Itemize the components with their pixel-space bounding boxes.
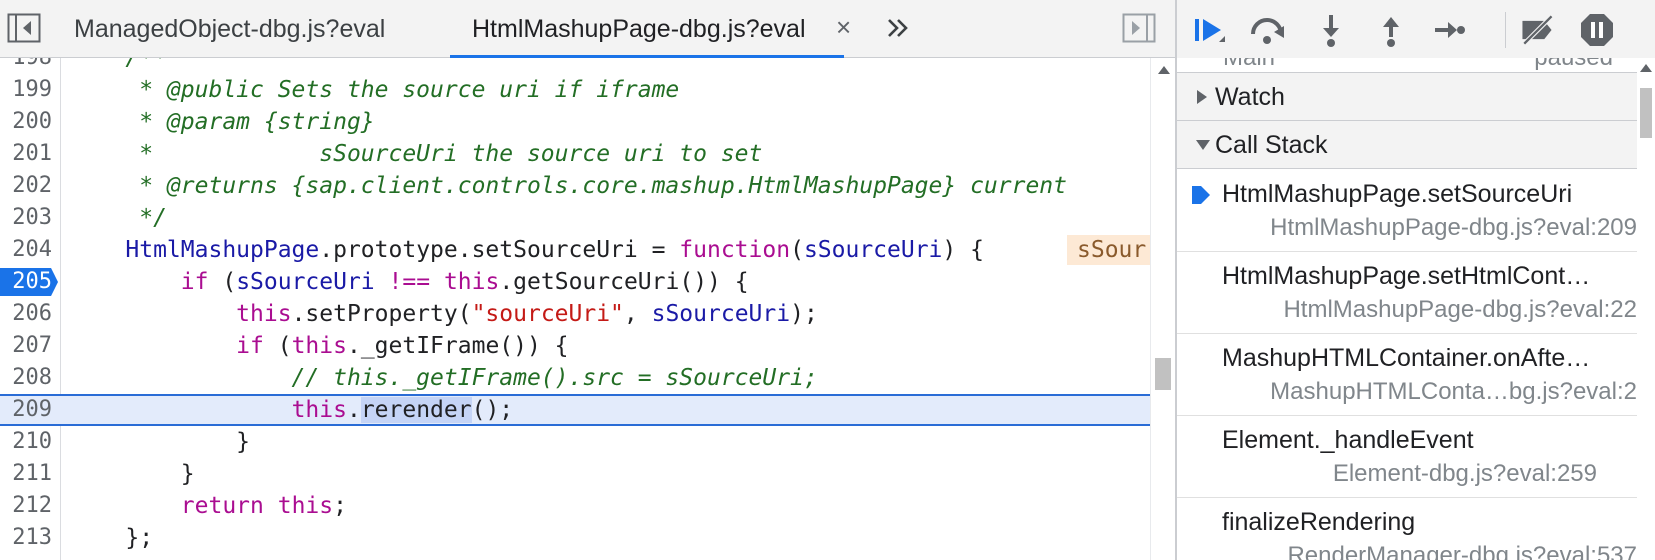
line-number[interactable]: 206 (0, 298, 52, 330)
code-line: 206 this.setProperty("sourceUri", sSourc… (0, 298, 1150, 330)
tab-label: HtmlMashupPage-dbg.js?eval (472, 15, 806, 43)
code-line: 202 * @returns {sap.client.controls.core… (0, 170, 1150, 202)
call-frame[interactable]: MashupHTMLContainer.onAfte… MashupHTMLCo… (1177, 334, 1637, 416)
code-line: 201 * sSourceUri the source uri to set (0, 138, 1150, 170)
line-number[interactable]: 208 (0, 362, 52, 394)
code-text: if (this._getIFrame()) { (236, 333, 569, 359)
code-line-breakpoint: 205 if (sSourceUri !== this.getSourceUri… (0, 266, 1150, 298)
scroll-up-arrow-icon[interactable] (1640, 64, 1652, 72)
code-text: if (sSourceUri !== this.getSourceUri()) … (180, 269, 749, 295)
call-frame[interactable]: Element._handleEvent Element-dbg.js?eval… (1177, 416, 1637, 498)
close-icon[interactable]: × (836, 0, 851, 54)
tab-htmlmashuppage[interactable]: HtmlMashupPage-dbg.js?eval (450, 0, 843, 58)
code-text: return this; (180, 493, 347, 519)
debugger-toolbar (1177, 0, 1655, 58)
code-line: 207 if (this._getIFrame()) { (0, 330, 1150, 362)
call-frame[interactable]: finalizeRendering RenderManager-dbg.js?e… (1177, 498, 1637, 560)
code-text: this.setProperty("sourceUri", sSourceUri… (236, 301, 818, 327)
line-number[interactable]: 205 (0, 266, 52, 298)
frame-function-name: finalizeRendering (1222, 508, 1416, 536)
line-number[interactable]: 204 (0, 234, 52, 266)
frame-location[interactable]: RenderManager-dbg.js?eval:537 (1287, 542, 1637, 560)
line-number[interactable]: 200 (0, 106, 52, 138)
code-line: 208 // this._getIFrame().src = sSourceUr… (0, 362, 1150, 394)
debugger-sidebar: Main paused Watch Call Stack HtmlMashupP… (1177, 0, 1655, 560)
deactivate-breakpoints-icon[interactable] (1517, 10, 1557, 50)
line-number[interactable]: 207 (0, 330, 52, 362)
panel-left-toggle-icon[interactable] (6, 10, 42, 46)
code-line: 212 return this; (0, 490, 1150, 522)
code-text: * @public Sets the source uri if iframe (70, 77, 680, 103)
line-number[interactable]: 202 (0, 170, 52, 202)
code-line: 200 * @param {string} (0, 106, 1150, 138)
inline-variable-value: sSour (1067, 235, 1150, 265)
code-text: * sSourceUri the source uri to set (70, 141, 763, 167)
chevron-double-right-icon[interactable] (880, 10, 916, 46)
step-icon[interactable] (1429, 10, 1469, 50)
tab-label: ManagedObject-dbg.js?eval (74, 15, 386, 43)
line-number[interactable]: 210 (0, 426, 52, 458)
line-number[interactable]: 212 (0, 490, 52, 522)
scroll-up-arrow-icon[interactable] (1158, 66, 1170, 74)
code-line: 210 } (0, 426, 1150, 458)
step-into-icon[interactable] (1311, 10, 1351, 50)
thread-name: Main (1223, 58, 1275, 72)
code-line-current: 209 this.rerender(); (0, 394, 1150, 426)
frame-location[interactable]: HtmlMashupPage-dbg.js?eval:22 (1283, 296, 1637, 324)
pause-on-exceptions-icon[interactable] (1577, 10, 1617, 50)
line-number[interactable]: 211 (0, 458, 52, 490)
editor-tab-bar: ManagedObject-dbg.js?eval HtmlMashupPage… (0, 0, 1175, 58)
code-line: 203 */ (0, 202, 1150, 234)
code-text: this.rerender(); (291, 397, 514, 423)
code-view[interactable]: 198 /** 199 * @public Sets the source ur… (0, 58, 1150, 560)
current-frame-arrow-icon (1191, 184, 1211, 211)
step-over-icon[interactable] (1247, 10, 1287, 50)
panel-right-toggle-icon[interactable] (1121, 10, 1157, 46)
code-line: 211 } (0, 458, 1150, 490)
code-line: 199 * @public Sets the source uri if ifr… (0, 74, 1150, 106)
code-text: } (70, 461, 195, 487)
watch-label: Watch (1215, 83, 1285, 111)
code-text: }; (70, 525, 154, 551)
frame-location[interactable]: HtmlMashupPage-dbg.js?eval:209 (1270, 214, 1637, 242)
toolbar-separator (1505, 12, 1506, 48)
line-number[interactable]: 199 (0, 74, 52, 106)
resume-icon[interactable] (1189, 10, 1229, 50)
editor-scrollbar[interactable] (1150, 58, 1176, 560)
thread-status-row: Main paused (1177, 58, 1637, 73)
callstack-section-header[interactable]: Call Stack (1177, 121, 1637, 169)
code-text: */ (70, 205, 167, 231)
frame-function-name: HtmlMashupPage.setSourceUri (1222, 180, 1573, 208)
code-line: 213 }; (0, 522, 1150, 554)
watch-section-header[interactable]: Watch (1177, 73, 1637, 121)
call-frame[interactable]: HtmlMashupPage.setHtmlCont… HtmlMashupPa… (1177, 252, 1637, 334)
frame-location[interactable]: Element-dbg.js?eval:259 (1333, 460, 1597, 488)
code-line: 198 /** (0, 58, 1150, 74)
frame-function-name: HtmlMashupPage.setHtmlCont… (1222, 262, 1591, 290)
frame-function-name: MashupHTMLContainer.onAfte… (1222, 344, 1591, 372)
scrollbar-thumb[interactable] (1155, 358, 1171, 390)
code-text: /** (70, 58, 167, 71)
scrollbar-thumb[interactable] (1640, 88, 1652, 138)
code-text: // this._getIFrame().src = sSourceUri; (70, 365, 818, 391)
line-number[interactable]: 198 (0, 58, 52, 74)
code-text: HtmlMashupPage.prototype.setSourceUri = … (125, 237, 984, 263)
line-number[interactable]: 209 (0, 396, 52, 424)
source-editor-pane: ManagedObject-dbg.js?eval HtmlMashupPage… (0, 0, 1176, 560)
callstack-label: Call Stack (1215, 131, 1328, 159)
line-number[interactable]: 201 (0, 138, 52, 170)
code-line: 204 HtmlMashupPage.prototype.setSourceUr… (0, 234, 1150, 266)
code-text: } (70, 429, 251, 455)
call-frame[interactable]: HtmlMashupPage.setSourceUri HtmlMashupPa… (1177, 170, 1637, 252)
thread-status: paused (1534, 58, 1613, 72)
code-text: * @param {string} (70, 109, 375, 135)
step-out-icon[interactable] (1371, 10, 1411, 50)
line-number[interactable]: 203 (0, 202, 52, 234)
frame-function-name: Element._handleEvent (1222, 426, 1474, 454)
code-text: * @returns {sap.client.controls.core.mas… (70, 173, 1067, 199)
tab-managedobject[interactable]: ManagedObject-dbg.js?eval (74, 0, 385, 58)
line-number[interactable]: 213 (0, 522, 52, 554)
sidebar-scrollbar[interactable] (1637, 58, 1655, 560)
frame-location[interactable]: MashupHTMLConta…bg.js?eval:2 (1270, 378, 1637, 406)
